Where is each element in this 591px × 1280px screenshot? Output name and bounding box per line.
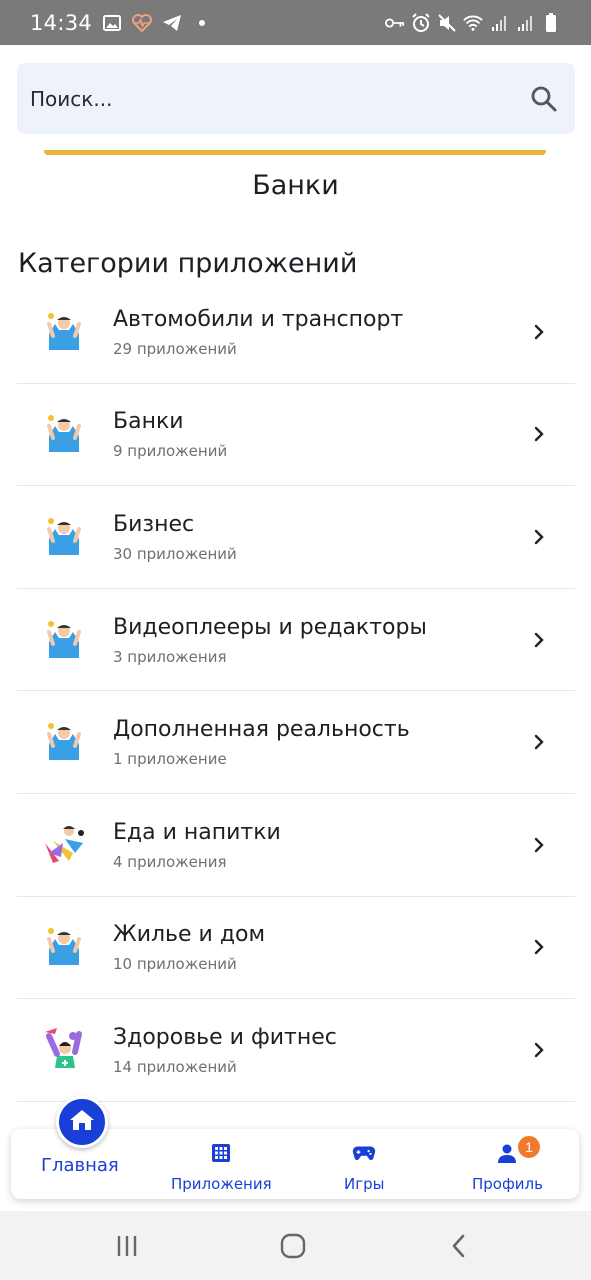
category-count: 9 приложений: [113, 442, 228, 461]
battery-icon: [541, 12, 561, 33]
gamepad-icon: [352, 1141, 376, 1165]
banner-bottom-edge: [44, 150, 546, 155]
category-count: 4 приложения: [113, 852, 227, 871]
notification-badge: 1: [516, 1134, 542, 1160]
mute-icon: [437, 13, 457, 33]
fitness-illustration-icon: [39, 1024, 91, 1076]
chevron-right-icon: [529, 322, 549, 342]
person-illustration-icon: [39, 716, 91, 768]
search-icon[interactable]: [529, 84, 559, 114]
list-item[interactable]: Еда и напитки 4 приложения: [17, 794, 575, 897]
image-icon: [102, 13, 122, 33]
category-name: Автомобили и транспорт: [113, 306, 404, 332]
person-illustration-icon: [39, 306, 91, 358]
page-title: Банки: [252, 170, 339, 201]
chevron-right-icon: [529, 424, 549, 444]
chevron-right-icon: [529, 630, 549, 650]
chevron-right-icon: [529, 835, 549, 855]
telegram-icon: [162, 13, 182, 33]
system-nav-bar: [0, 1211, 591, 1280]
category-count: 10 приложений: [113, 955, 237, 974]
status-time: 14:34: [30, 10, 93, 35]
section-title: Категории приложений: [18, 248, 358, 279]
back-icon[interactable]: [444, 1231, 474, 1261]
chevron-right-icon: [529, 937, 549, 957]
apps-grid-icon: [209, 1141, 233, 1165]
dot-icon: [192, 13, 212, 33]
category-list: Автомобили и транспорт 29 приложений Бан…: [17, 281, 575, 1102]
category-name: Банки: [113, 409, 184, 435]
person-illustration-icon: [39, 511, 91, 563]
status-bar: 14:34: [0, 0, 591, 45]
search-placeholder: Поиск...: [30, 86, 113, 111]
wifi-icon: [463, 13, 483, 33]
list-item[interactable]: Бизнес 30 приложений: [17, 486, 575, 589]
category-name: Еда и напитки: [113, 819, 281, 845]
home-circle-icon[interactable]: [278, 1231, 308, 1261]
person-illustration-icon: [39, 614, 91, 666]
signal-icon: [489, 13, 509, 33]
category-name: Жилье и дом: [113, 922, 266, 948]
nav-item-apps[interactable]: Приложения: [171, 1141, 272, 1193]
list-item[interactable]: Банки 9 приложений: [17, 384, 575, 487]
category-count: 1 приложение: [113, 750, 227, 769]
recent-apps-icon[interactable]: [112, 1231, 142, 1261]
category-count: 29 приложений: [113, 339, 237, 358]
home-button[interactable]: [56, 1096, 108, 1148]
nav-item-profile[interactable]: Профиль 1: [472, 1134, 543, 1193]
nav-label-home[interactable]: Главная: [41, 1155, 119, 1176]
alarm-icon: [411, 12, 431, 33]
list-item[interactable]: Жилье и дом 10 приложений: [17, 897, 575, 1000]
search-input[interactable]: Поиск...: [17, 63, 575, 134]
status-right: [385, 12, 561, 33]
chevron-right-icon: [529, 1040, 549, 1060]
chevron-right-icon: [529, 527, 549, 547]
status-left: 14:34: [30, 11, 212, 35]
key-icon: [385, 13, 405, 33]
person-illustration-icon: [39, 408, 91, 460]
food-illustration-icon: [39, 819, 91, 871]
bottom-nav: Главная Приложения Игры Профиль 1: [11, 1096, 579, 1199]
chevron-right-icon: [529, 732, 549, 752]
category-count: 30 приложений: [113, 544, 237, 563]
list-item[interactable]: Видеоплееры и редакторы 3 приложения: [17, 589, 575, 692]
category-name: Бизнес: [113, 511, 195, 537]
category-count: 14 приложений: [113, 1057, 237, 1076]
heart-pulse-icon: [132, 13, 153, 33]
category-count: 3 приложения: [113, 647, 227, 666]
nav-label-apps: Приложения: [171, 1175, 272, 1193]
home-icon: [69, 1108, 95, 1137]
signal-icon: [515, 13, 535, 33]
category-name: Здоровье и фитнес: [113, 1024, 337, 1050]
nav-label-profile: Профиль: [472, 1175, 543, 1193]
list-item[interactable]: Дополненная реальность 1 приложение: [17, 691, 575, 794]
category-name: Видеоплееры и редакторы: [113, 614, 427, 640]
nav-item-games[interactable]: Игры: [344, 1141, 384, 1193]
nav-label-games: Игры: [344, 1175, 385, 1193]
list-item[interactable]: Здоровье и фитнес 14 приложений: [17, 999, 575, 1102]
person-illustration-icon: [39, 921, 91, 973]
category-name: Дополненная реальность: [113, 717, 410, 743]
list-item[interactable]: Автомобили и транспорт 29 приложений: [17, 281, 575, 384]
